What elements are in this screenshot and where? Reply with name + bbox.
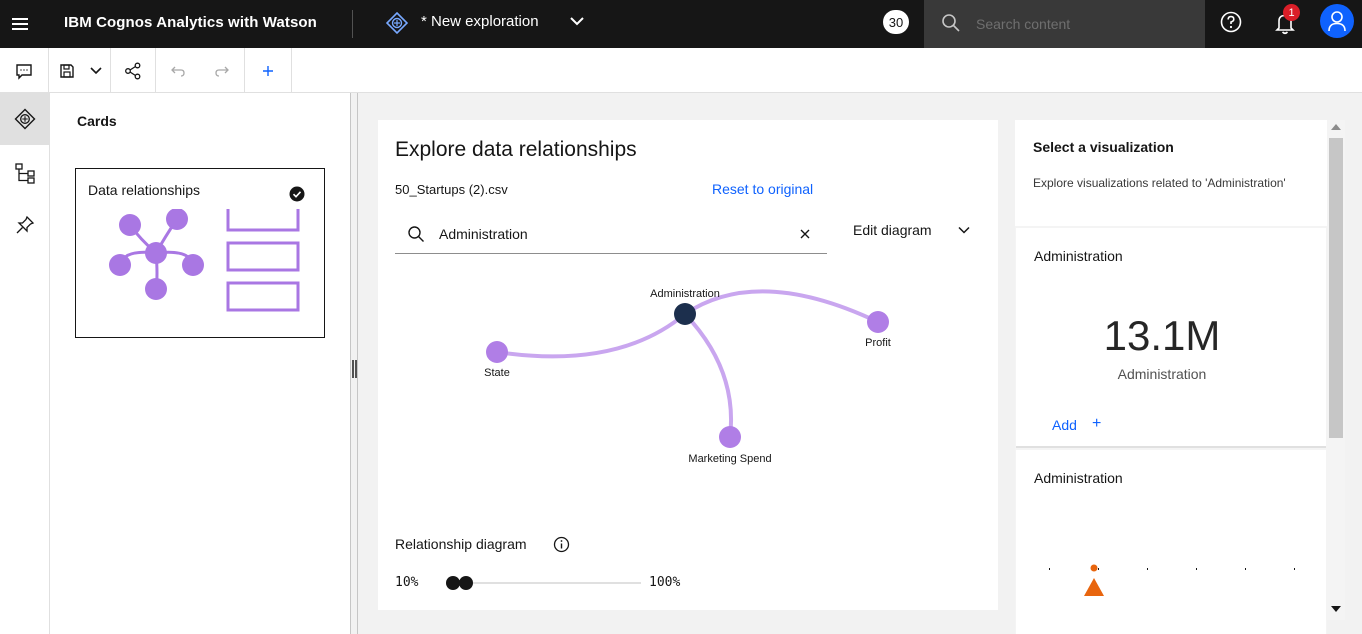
kpi-card[interactable]: Administration 13.1M Administration Add … (1016, 228, 1326, 448)
chevron-down-icon (90, 66, 102, 74)
kpi-card-title: Administration (1034, 248, 1123, 264)
top-bar: IBM Cognos Analytics with Watson * New e… (0, 0, 1362, 48)
toolbar-separator (291, 48, 292, 93)
explore-icon (14, 108, 35, 130)
save-options-button[interactable] (84, 48, 108, 93)
chevron-down-icon[interactable] (567, 11, 587, 31)
search-icon (408, 226, 424, 242)
comment-icon (16, 63, 32, 80)
relationship-illustration (109, 209, 300, 312)
node-label-marketing: Marketing Spend (688, 453, 772, 465)
visualization-header: Select a visualization Explore visualiza… (1015, 120, 1327, 226)
node-state[interactable] (486, 341, 508, 363)
add-icon (263, 65, 273, 76)
card-label: Data relationships (88, 182, 201, 198)
exploration-icon (386, 12, 408, 34)
user-icon (1328, 11, 1346, 32)
save-icon (60, 63, 74, 78)
distribution-chart (1049, 564, 1295, 596)
kpi-caption: Administration (1117, 366, 1207, 382)
app-title: IBM Cognos Analytics with Watson (64, 14, 317, 31)
visualization-panel: Select a visualization Explore visualiza… (1015, 120, 1327, 634)
reset-link[interactable]: Reset to original (712, 181, 813, 197)
node-administration[interactable] (674, 303, 696, 325)
node-label-state: State (484, 367, 510, 379)
divider (352, 10, 353, 38)
data-point (1090, 564, 1098, 572)
relationship-diagram-label: Relationship diagram (395, 536, 527, 552)
redo-button[interactable] (200, 48, 244, 93)
relationship-slider-track[interactable] (446, 582, 641, 584)
scroll-down-icon[interactable] (1331, 606, 1341, 612)
scroll-up-icon[interactable] (1331, 124, 1341, 130)
rail-item-hierarchy[interactable] (0, 147, 49, 199)
visualization-subtitle: Explore visualizations related to 'Admin… (1033, 176, 1286, 190)
notification-badge: 1 (1283, 4, 1300, 21)
share-button[interactable] (111, 48, 155, 93)
comment-button[interactable] (0, 48, 48, 93)
hierarchy-icon (14, 163, 35, 184)
count-badge[interactable]: 30 (883, 10, 909, 34)
scrollbar[interactable] (1327, 120, 1345, 620)
redo-icon (215, 66, 229, 77)
search-icon (942, 14, 960, 32)
edge-marketing (683, 312, 733, 438)
marker-triangle-icon (1084, 578, 1104, 596)
relationship-search-field[interactable]: Administration (395, 216, 827, 254)
toolbar-separator (48, 48, 49, 93)
menu-icon[interactable] (0, 0, 40, 48)
left-rail (0, 93, 50, 634)
pin-icon (16, 215, 34, 234)
scrollbar-thumb[interactable] (1329, 138, 1343, 438)
share-icon (125, 62, 141, 79)
avatar[interactable] (1320, 4, 1354, 38)
search-value[interactable]: Administration (439, 226, 528, 242)
explore-panel: Explore data relationships 50_Startups (… (378, 120, 998, 610)
undo-icon (171, 66, 185, 77)
checkmark-icon (289, 186, 305, 202)
data-relationships-card[interactable]: Data relationships (75, 168, 325, 338)
node-profit[interactable] (867, 311, 889, 333)
add-icon[interactable]: + (1092, 415, 1101, 433)
add-button[interactable] (245, 48, 291, 93)
visualization-title: Select a visualization (1033, 139, 1174, 155)
edit-diagram-button[interactable]: Edit diagram (853, 222, 932, 238)
chevron-down-icon[interactable] (956, 222, 972, 238)
exploration-title[interactable]: * New exploration (421, 13, 539, 30)
distribution-card-title: Administration (1034, 470, 1123, 486)
info-icon[interactable] (553, 536, 570, 553)
search-input[interactable] (976, 0, 1196, 48)
cards-title: Cards (77, 113, 117, 129)
rail-item-pin[interactable] (0, 199, 49, 251)
node-label-profit: Profit (865, 337, 891, 349)
file-name: 50_Startups (2).csv (395, 182, 508, 197)
search-box[interactable] (924, 0, 1205, 48)
distribution-card[interactable]: Administration (1016, 450, 1326, 634)
rail-item-explore[interactable] (0, 93, 49, 145)
help-icon[interactable] (1218, 9, 1244, 35)
slider-min-label: 10% (395, 575, 419, 590)
save-button[interactable] (55, 48, 79, 93)
relationship-diagram (486, 289, 889, 448)
toolbar (0, 48, 1362, 93)
add-button[interactable]: Add (1052, 417, 1077, 433)
close-icon[interactable] (797, 226, 813, 242)
splitter-grip-icon[interactable] (352, 360, 357, 378)
kpi-value: 13.1M (1103, 312, 1221, 359)
node-marketing[interactable] (719, 426, 741, 448)
slider-handle-high[interactable] (459, 576, 473, 590)
slider-max-label: 100% (649, 575, 681, 590)
cards-panel: Cards Data relationships (50, 93, 350, 634)
edge-state (496, 312, 687, 359)
undo-button[interactable] (156, 48, 200, 93)
slider-handle-low[interactable] (446, 576, 460, 590)
explore-title: Explore data relationships (395, 138, 637, 161)
node-label-administration: Administration (650, 288, 720, 300)
